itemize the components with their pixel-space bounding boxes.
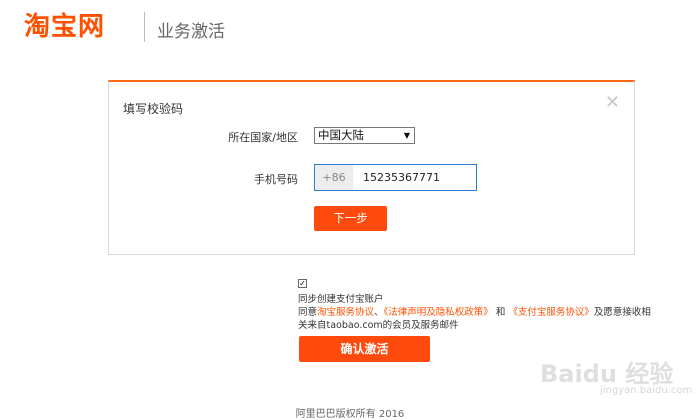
baidu-watermark: Baidu 经验 [540, 360, 674, 388]
header-divider [144, 12, 145, 42]
phone-label: 手机号码 [254, 173, 298, 186]
country-label: 所在国家/地区 [228, 131, 298, 144]
chevron-down-icon: ▼ [403, 131, 410, 140]
next-step-button[interactable]: 下一步 [314, 206, 387, 231]
close-icon[interactable]: ✕ [605, 92, 620, 113]
sync-alipay-checkbox[interactable]: ✓ [298, 279, 307, 288]
agreement-suffix: 及愿意接收相 [593, 307, 651, 318]
country-select[interactable]: 中国大陆 ▼ [314, 127, 415, 144]
confirm-activate-button[interactable]: 确认激活 [299, 336, 430, 362]
sync-alipay-label: 同步创建支付宝账户 [298, 294, 384, 305]
phone-input[interactable]: +86 15235367771 [314, 164, 477, 191]
alipay-service-agreement-link[interactable]: 《支付宝服务协议》 [508, 307, 594, 318]
phone-number-value: 15235367771 [363, 171, 440, 184]
verification-dialog: 填写校验码 ✕ 所在国家/地区 中国大陆 ▼ 手机号码 +86 15235367… [108, 80, 635, 255]
phone-prefix: +86 [315, 165, 353, 190]
baidu-watermark-url: jingyan.baidu.com [600, 385, 693, 396]
page-title: 业务激活 [157, 22, 225, 42]
agreement-line-3: 关来自taobao.com的会员及服务邮件 [298, 320, 459, 331]
agreement-and: 和 [492, 307, 509, 318]
taobao-logo: 淘宝网 [24, 12, 106, 42]
dialog-title: 填写校验码 [123, 102, 184, 116]
country-value: 中国大陆 [318, 128, 364, 142]
agreement-line: 同意淘宝服务协议、《法律声明及隐私权政策》 和 《支付宝服务协议》及愿意接收相 [298, 304, 651, 318]
